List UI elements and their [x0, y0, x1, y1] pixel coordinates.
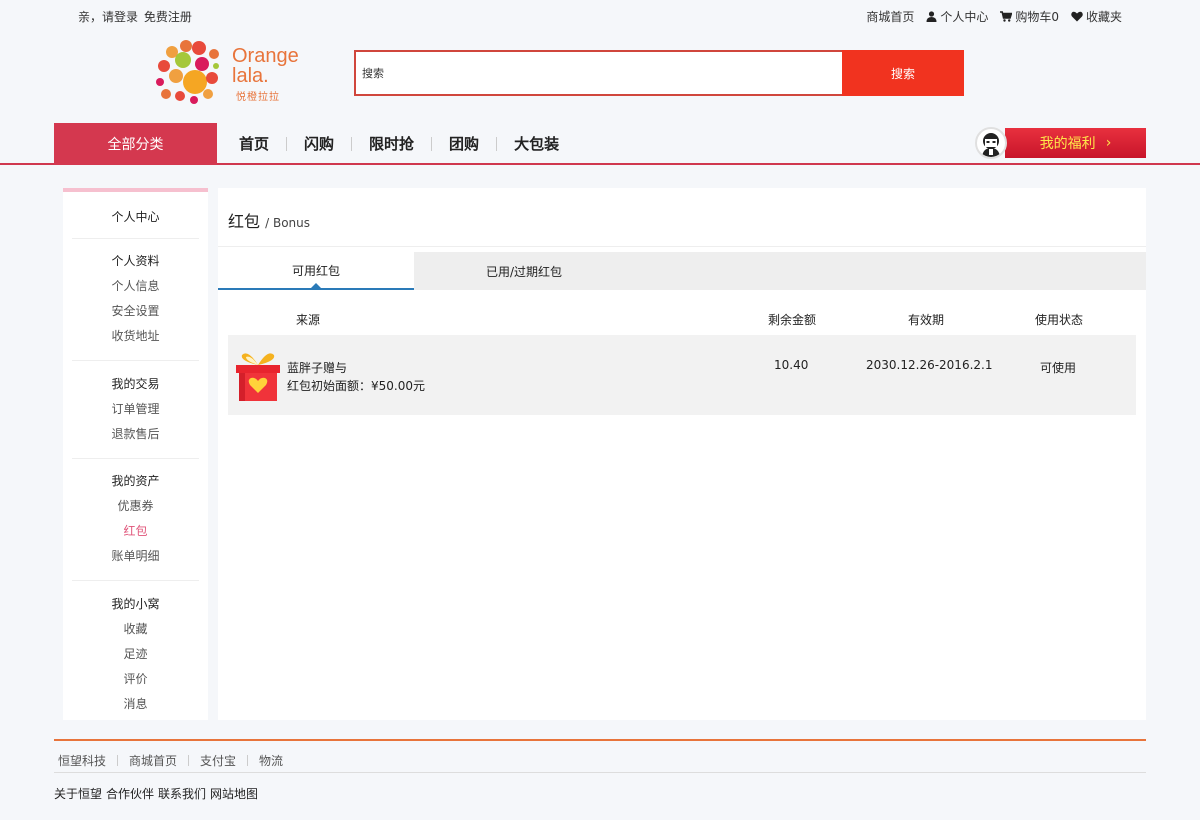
nav-links: 首页 闪购 限时抢 团购 大包装 — [222, 133, 576, 154]
title-divider — [218, 246, 1146, 247]
heart-icon — [1071, 11, 1083, 22]
column-header-status: 使用状态 — [1035, 313, 1084, 327]
sidebar-section-assets: 我的资产 优惠券 红包 账单明细 — [72, 458, 199, 580]
gift-box-icon — [236, 353, 280, 401]
logo-wordmark: Orange lala. — [232, 46, 299, 86]
page-title: 红包 / Bonus — [228, 208, 310, 232]
mall-home-link[interactable]: 商城首页 — [866, 8, 914, 25]
footer-separator — [247, 755, 249, 766]
page-title-cn: 红包 — [228, 212, 261, 231]
sidebar-section-nest: 我的小窝 收藏 足迹 评价 消息 — [72, 580, 199, 720]
caret-up-icon — [311, 283, 321, 288]
login-area: 亲，请登录 免费注册 — [78, 8, 194, 25]
sidebar-item-favorites[interactable]: 收藏 — [72, 620, 199, 645]
footer-separator — [117, 755, 119, 766]
nav-bulk-pack[interactable]: 大包装 — [497, 133, 576, 154]
top-links: 商城首页 个人中心 购物车0 收藏夹 — [866, 8, 1122, 25]
row-source: 蓝胖子赠与 红包初始面额：¥50.00元 — [287, 359, 425, 395]
sidebar-section-title: 我的交易 — [111, 377, 160, 391]
tab-used-expired-label: 已用/过期红包 — [485, 264, 563, 279]
logo-subtitle: 悦橙拉拉 — [236, 92, 280, 103]
sidebar-item-bills[interactable]: 账单明细 — [72, 547, 199, 580]
top-bar: 亲，请登录 免费注册 商城首页 个人中心 购物车0 收藏夹 — [0, 0, 1200, 32]
row-source-face-value: 红包初始面额：¥50.00元 — [287, 379, 425, 393]
footer-link-alipay[interactable]: 支付宝 — [200, 752, 236, 769]
sidebar-item-red-packets[interactable]: 红包 — [72, 522, 199, 547]
login-link[interactable]: 亲，请登录 — [78, 10, 138, 24]
sidebar-item-security[interactable]: 安全设置 — [72, 302, 199, 327]
footer-partners[interactable]: 合作伙伴 — [106, 785, 154, 802]
row-remaining: 10.40 — [774, 358, 809, 372]
sidebar: 个人中心 个人资料 个人信息 安全设置 收货地址 我的交易 订单管理 退款售后 … — [63, 188, 208, 720]
favorites-link[interactable]: 收藏夹 — [1071, 8, 1122, 25]
sidebar-item-personal-info[interactable]: 个人信息 — [72, 277, 199, 302]
all-categories-button[interactable]: 全部分类 — [54, 123, 217, 165]
site-logo[interactable]: Orange lala. 悦橙拉拉 — [150, 38, 310, 108]
sidebar-section-title: 我的资产 — [111, 474, 160, 488]
logo-mark — [156, 40, 219, 104]
sidebar-section-title: 个人资料 — [111, 254, 160, 268]
sidebar-item-reviews[interactable]: 评价 — [72, 670, 199, 695]
sidebar-item-messages[interactable]: 消息 — [72, 695, 199, 720]
sidebar-section-profile: 个人资料 个人信息 安全设置 收货地址 — [72, 238, 199, 360]
footer-bottom-links: 关于恒望 合作伙伴 联系我们 网站地图 — [54, 785, 258, 802]
sidebar-item-footprints[interactable]: 足迹 — [72, 645, 199, 670]
column-header-validity: 有效期 — [908, 313, 945, 327]
table-row: 蓝胖子赠与 红包初始面额：¥50.00元 10.40 2030.12.26-20… — [228, 335, 1136, 415]
footer-divider — [54, 739, 1146, 741]
register-link[interactable]: 免费注册 — [144, 10, 192, 24]
main-nav: 全部分类 首页 闪购 限时抢 团购 大包装 我的福利 › — [0, 122, 1200, 165]
favorites-label: 收藏夹 — [1085, 10, 1122, 24]
logo-line-2: lala. — [232, 65, 269, 87]
logo-line-1: Orange — [232, 45, 299, 67]
footer-link-logistics[interactable]: 物流 — [259, 752, 283, 769]
welfare-bar: 我的福利 › — [1005, 128, 1146, 158]
tab-bar: 可用红包 已用/过期红包 — [218, 252, 1146, 290]
column-header-source: 来源 — [296, 313, 321, 327]
main-panel: 红包 / Bonus 可用红包 已用/过期红包 来源 剩余金额 有效期 使用状态… — [218, 188, 1146, 720]
footer-link-company[interactable]: 恒望科技 — [58, 752, 106, 769]
column-header-remaining: 剩余金额 — [768, 313, 817, 327]
nav-flash-sale[interactable]: 闪购 — [287, 133, 351, 154]
search-button[interactable]: 搜索 — [842, 50, 964, 96]
avatar — [975, 127, 1007, 159]
sidebar-section-title: 我的小窝 — [111, 597, 160, 611]
welfare-label: 我的福利 — [1039, 136, 1096, 152]
tab-used-expired[interactable]: 已用/过期红包 — [414, 252, 634, 290]
row-source-giver: 蓝胖子赠与 — [287, 361, 348, 375]
nav-group-buy[interactable]: 团购 — [432, 133, 496, 154]
tab-available-label: 可用红包 — [291, 263, 340, 278]
avatar-image — [982, 133, 1000, 157]
user-icon — [926, 11, 937, 22]
cart-label: 购物车0 — [1015, 10, 1059, 24]
sidebar-item-address[interactable]: 收货地址 — [72, 327, 199, 360]
personal-center-link[interactable]: 个人中心 — [926, 8, 988, 25]
footer-divider-2 — [54, 772, 1146, 773]
mall-home-label: 商城首页 — [866, 10, 915, 24]
row-status: 可使用 — [1040, 361, 1077, 375]
sidebar-item-refunds[interactable]: 退款售后 — [72, 425, 199, 458]
nav-limited-time[interactable]: 限时抢 — [352, 133, 431, 154]
sidebar-item-coupons[interactable]: 优惠券 — [72, 497, 199, 522]
sidebar-item-orders[interactable]: 订单管理 — [72, 400, 199, 425]
cart-link[interactable]: 购物车0 — [1000, 8, 1059, 25]
my-welfare-button[interactable]: 我的福利 › — [975, 127, 1146, 159]
search-input[interactable] — [358, 55, 842, 91]
footer-about[interactable]: 关于恒望 — [54, 785, 102, 802]
footer-separator — [188, 755, 190, 766]
sidebar-section-trade: 我的交易 订单管理 退款售后 — [72, 360, 199, 458]
footer-contact[interactable]: 联系我们 — [158, 785, 206, 802]
search-box: 搜索 — [354, 50, 964, 96]
row-validity: 2030.12.26-2016.2.1 — [866, 358, 993, 372]
footer-links: 恒望科技 商城首页 支付宝 物流 — [58, 752, 283, 769]
page-title-en: / Bonus — [265, 216, 311, 230]
footer-link-mall-home[interactable]: 商城首页 — [129, 752, 177, 769]
personal-center-label: 个人中心 — [940, 10, 989, 24]
cart-icon — [1000, 11, 1013, 22]
nav-home[interactable]: 首页 — [222, 133, 286, 154]
footer-sitemap[interactable]: 网站地图 — [210, 785, 258, 802]
sidebar-title[interactable]: 个人中心 — [63, 192, 208, 238]
chevron-right-icon: › — [1105, 135, 1112, 151]
tab-available[interactable]: 可用红包 — [218, 252, 414, 290]
